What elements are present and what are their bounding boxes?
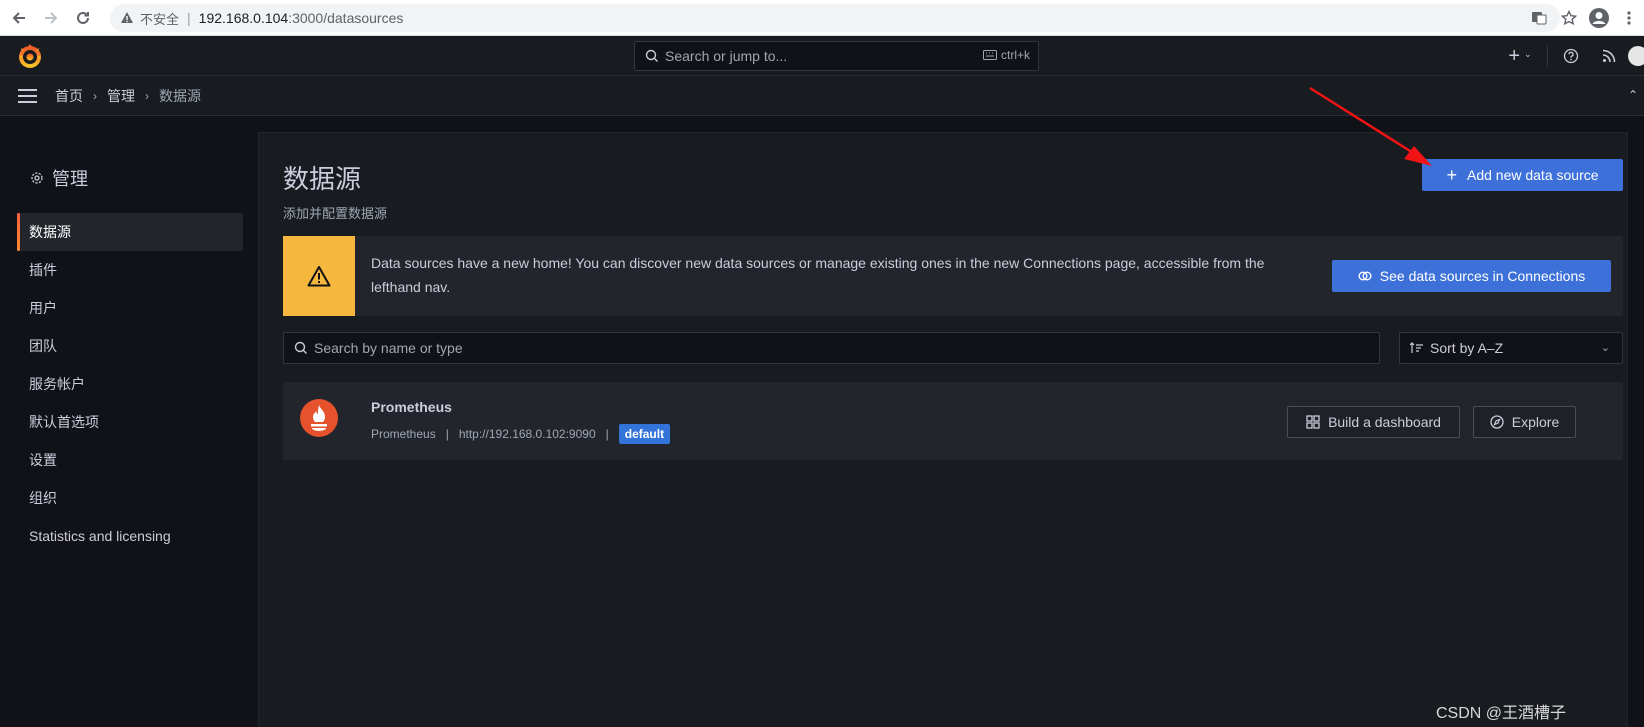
- build-dashboard-button[interactable]: Build a dashboard: [1287, 406, 1460, 438]
- add-new-data-source-button[interactable]: + Add new data source: [1422, 159, 1623, 191]
- hamburger-menu-icon[interactable]: [18, 88, 37, 103]
- breadcrumb-admin[interactable]: 管理: [107, 86, 135, 106]
- rss-news-icon[interactable]: [1590, 49, 1628, 63]
- sidebar-item-datasources[interactable]: 数据源: [17, 213, 243, 251]
- search-icon: [645, 49, 658, 62]
- reload-icon[interactable]: [70, 5, 96, 31]
- address-separator: |: [187, 10, 191, 26]
- watermark: CSDN @王酒槽子: [1435, 705, 1566, 722]
- sidebar-item-settings[interactable]: 设置: [17, 441, 243, 479]
- sort-icon: [1410, 342, 1423, 353]
- prometheus-logo-icon: [299, 398, 339, 438]
- datasource-meta: Prometheus | http://192.168.0.102:9090 |…: [371, 423, 671, 445]
- back-icon[interactable]: [6, 5, 32, 31]
- page-title: 数据源: [283, 164, 362, 194]
- breadcrumb-separator: ›: [145, 88, 149, 103]
- sidebar-item-orgs[interactable]: 组织: [17, 479, 243, 517]
- sidebar-item-label: 默认首选项: [29, 414, 99, 430]
- exclamation-triangle-icon: [307, 266, 331, 287]
- main-content: 数据源 添加并配置数据源 + Add new data source Data …: [258, 132, 1628, 727]
- url-path: :3000/datasources: [288, 10, 404, 26]
- breadcrumb-separator: ›: [93, 88, 97, 103]
- connections-info-alert: Data sources have a new home! You can di…: [283, 236, 1623, 316]
- sidebar-item-statistics[interactable]: Statistics and licensing: [17, 517, 243, 555]
- keyboard-icon: [982, 50, 997, 60]
- topbar-divider: [1547, 45, 1548, 67]
- admin-sidebar: 管理 数据源 插件 用户 团队 服务帐户 默认首选项 设置 组织 Statist…: [0, 117, 258, 727]
- sort-select-value: Sort by A–Z: [1430, 340, 1504, 356]
- profile-icon[interactable]: [1584, 7, 1614, 29]
- sidebar-item-label: 设置: [29, 452, 57, 468]
- forward-icon[interactable]: [38, 5, 64, 31]
- search-icon: [294, 341, 307, 354]
- gear-icon: [31, 172, 43, 184]
- translate-icon[interactable]: [1524, 10, 1554, 26]
- sidebar-title-label: 管理: [52, 169, 88, 189]
- browser-toolbar: 不安全 | 192.168.0.104:3000/datasources: [0, 0, 1644, 36]
- breadcrumb-current: 数据源: [159, 87, 201, 104]
- sidebar-nav: 数据源 插件 用户 团队 服务帐户 默认首选项 设置 组织 Statistics…: [17, 213, 243, 555]
- sort-select[interactable]: Sort by A–Z ⌄: [1399, 332, 1623, 364]
- address-bar[interactable]: 不安全 | 192.168.0.104:3000/datasources: [110, 4, 1560, 32]
- warning-icon: [120, 11, 134, 25]
- sidebar-item-users[interactable]: 用户: [17, 289, 243, 327]
- search-shortcut-label: ctrl+k: [1000, 48, 1030, 62]
- sidebar-item-label: Statistics and licensing: [29, 528, 171, 544]
- meta-separator: |: [445, 427, 449, 441]
- grafana-logo-icon[interactable]: [16, 42, 44, 70]
- link-icon: [1358, 271, 1372, 281]
- sidebar-item-label: 服务帐户: [29, 376, 85, 392]
- plus-icon: +: [1446, 165, 1457, 185]
- bookmark-star-icon[interactable]: [1554, 10, 1584, 26]
- grafana-topbar: Search or jump to... ctrl+k + ⌄: [0, 36, 1644, 76]
- sidebar-item-label: 插件: [29, 262, 57, 278]
- sidebar-item-label: 团队: [29, 338, 57, 354]
- sidebar-item-label: 用户: [29, 300, 57, 316]
- sidebar-item-label: 数据源: [29, 224, 71, 240]
- menu-kebab-icon[interactable]: [1614, 10, 1644, 26]
- alert-warning-box: [283, 236, 355, 316]
- default-badge: default: [618, 424, 671, 444]
- global-search-input[interactable]: Search or jump to... ctrl+k: [634, 41, 1039, 71]
- alert-message: Data sources have a new home! You can di…: [371, 255, 1265, 295]
- sidebar-item-service-accounts[interactable]: 服务帐户: [17, 365, 243, 403]
- compass-icon: [1490, 415, 1504, 429]
- datasource-name[interactable]: Prometheus: [371, 399, 452, 415]
- add-new-data-source-label: Add new data source: [1466, 167, 1599, 183]
- datasource-search-placeholder: Search by name or type: [314, 340, 463, 356]
- sidebar-item-plugins[interactable]: 插件: [17, 251, 243, 289]
- datasource-card[interactable]: Prometheus Prometheus | http://192.168.0…: [283, 382, 1623, 460]
- apps-grid-icon: [1306, 415, 1320, 429]
- sidebar-item-default-preferences[interactable]: 默认首选项: [17, 403, 243, 441]
- sidebar-item-teams[interactable]: 团队: [17, 327, 243, 365]
- insecure-label: 不安全: [140, 11, 180, 27]
- meta-separator: |: [605, 427, 609, 441]
- help-icon[interactable]: [1552, 48, 1590, 64]
- breadcrumb-bar: 首页 › 管理 › 数据源 ⌃: [0, 76, 1644, 116]
- page-subtitle: 添加并配置数据源: [283, 206, 388, 221]
- datasource-search-input[interactable]: Search by name or type: [283, 332, 1380, 364]
- see-connections-label: See data sources in Connections: [1379, 268, 1586, 284]
- chevron-down-icon: ⌄: [1524, 48, 1532, 59]
- breadcrumb-home[interactable]: 首页: [55, 86, 83, 106]
- user-avatar[interactable]: [1628, 46, 1644, 66]
- explore-button[interactable]: Explore: [1473, 406, 1576, 438]
- datasource-url: http://192.168.0.102:9090: [458, 427, 596, 441]
- datasource-type: Prometheus: [371, 427, 436, 441]
- new-menu-button[interactable]: + ⌄: [1497, 45, 1543, 68]
- chevron-up-icon[interactable]: ⌃: [1628, 88, 1638, 102]
- sidebar-title: 管理: [30, 165, 88, 191]
- global-search-placeholder: Search or jump to...: [665, 48, 788, 64]
- build-dashboard-label: Build a dashboard: [1328, 414, 1441, 430]
- plus-icon: +: [1508, 44, 1521, 67]
- chevron-down-icon: ⌄: [1600, 342, 1610, 354]
- see-connections-button[interactable]: See data sources in Connections: [1332, 260, 1611, 292]
- search-shortcut: ctrl+k: [982, 48, 1030, 62]
- url-host: 192.168.0.104: [198, 10, 289, 26]
- sidebar-item-label: 组织: [29, 490, 57, 506]
- explore-label: Explore: [1511, 414, 1560, 430]
